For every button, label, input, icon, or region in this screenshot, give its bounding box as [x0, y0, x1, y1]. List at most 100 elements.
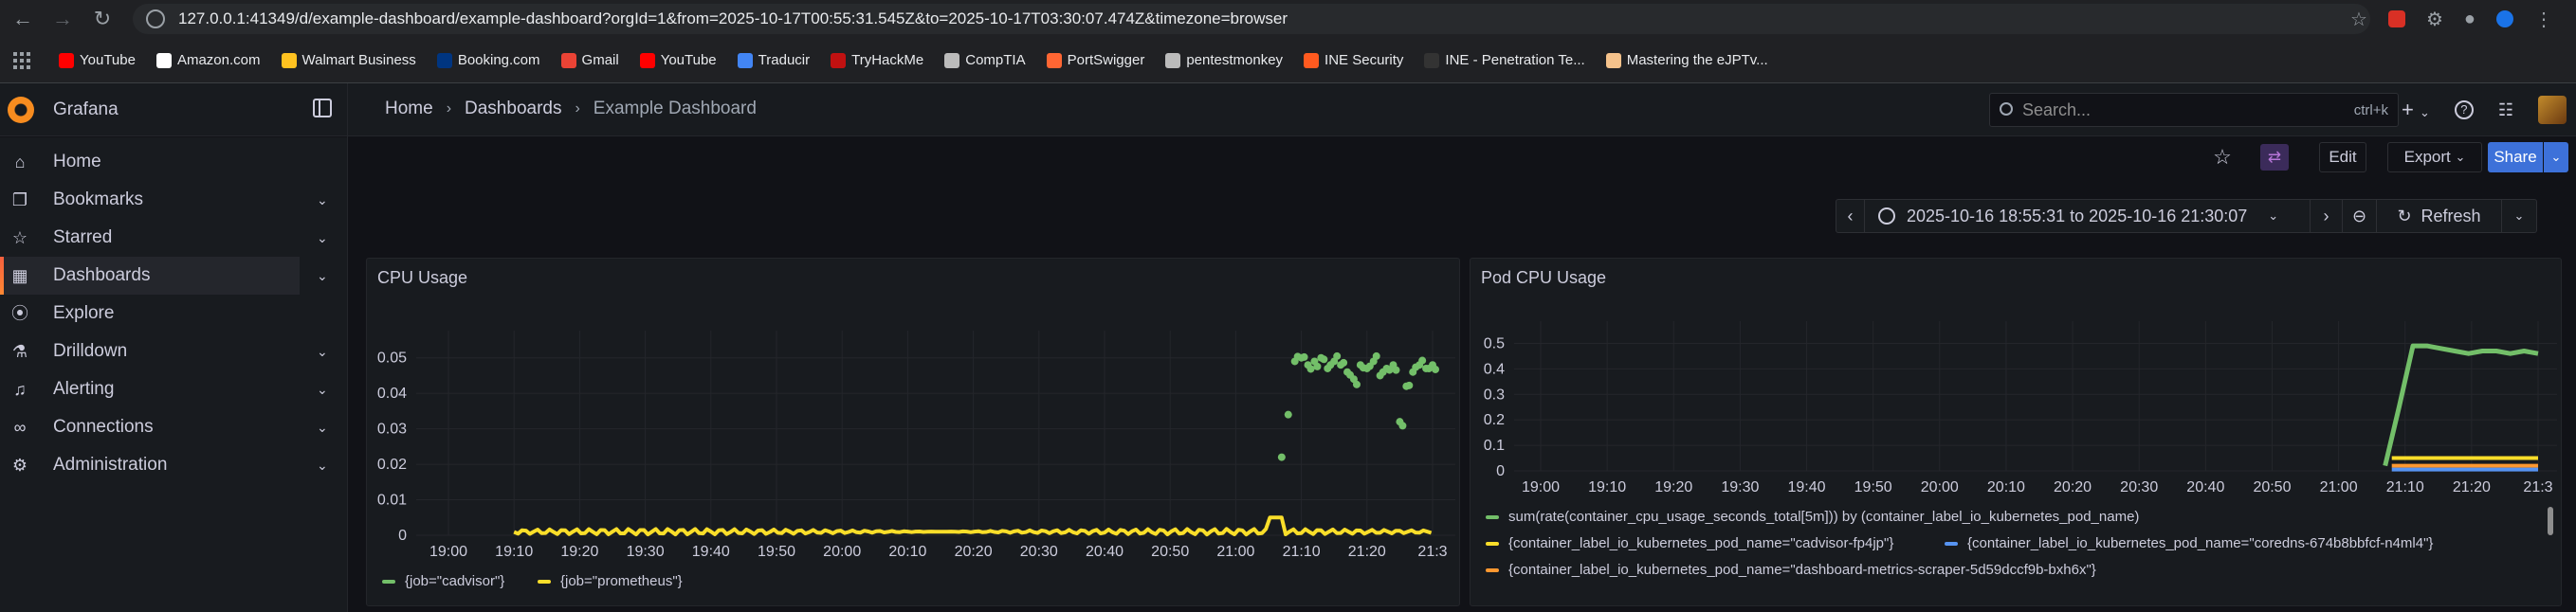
reload-icon[interactable]: ↻ — [85, 2, 119, 36]
profile-icon[interactable]: ● — [2464, 9, 2476, 30]
search-input[interactable]: Search... ctrl+k — [1989, 93, 2399, 127]
back-icon[interactable]: ← — [6, 2, 40, 36]
add-new-icon[interactable]: + ⌄ — [2402, 98, 2430, 122]
news-icon[interactable]: ☷ — [2498, 100, 2513, 120]
time-back-icon[interactable]: ‹ — [1836, 200, 1865, 232]
bookmark-item[interactable]: Walmart Business — [281, 52, 416, 68]
time-forward-icon[interactable]: › — [2311, 200, 2343, 232]
legend-swatch — [538, 579, 551, 584]
sidebar-item-administration[interactable]: ⚙ Administration ⌄ — [0, 446, 347, 484]
sidebar-item-label: Explore — [53, 303, 115, 323]
legend-item-dashboard-scraper[interactable]: {container_label_io_kubernetes_pod_name=… — [1486, 562, 2096, 578]
x-tick-label: 20:20 — [955, 544, 993, 560]
extensions-icon[interactable]: ⚙ — [2426, 8, 2443, 31]
sidebar-item-alerting[interactable]: ♫ Alerting ⌄ — [0, 370, 347, 408]
refresh-button[interactable]: ↻ Refresh — [2377, 200, 2502, 232]
avatar[interactable] — [2538, 96, 2567, 124]
grafana-header: Grafana Home › Dashboards › Example Dash… — [0, 83, 2576, 136]
chevron-down-icon[interactable]: ⌄ — [317, 458, 328, 474]
sidebar-item-label: Home — [53, 152, 101, 171]
y-tick-label: 0 — [1496, 463, 1505, 479]
y-tick-label: 0.2 — [1484, 412, 1505, 428]
export-button[interactable]: Export ⌄ — [2387, 142, 2482, 172]
bookmark-item[interactable]: TryHackMe — [831, 52, 923, 68]
legend-label: sum(rate(container_cpu_usage_seconds_tot… — [1508, 509, 2140, 525]
bookmark-item[interactable]: Amazon.com — [155, 52, 261, 68]
y-tick-label: 0.03 — [377, 422, 407, 438]
data-point-cadvisor — [1392, 366, 1400, 374]
time-range-button[interactable]: 2025-10-16 18:55:31 to 2025-10-16 21:30:… — [1865, 200, 2311, 232]
data-point-cadvisor — [1405, 381, 1414, 389]
legend-item-cadvisor-pod[interactable]: {container_label_io_kubernetes_pod_name=… — [1486, 535, 1893, 551]
chevron-down-icon[interactable]: ⌄ — [317, 382, 328, 398]
cpu-usage-chart: 0 0.01 0.02 0.03 0.04 0.05 19:00 19:10 19:20 19:3… — [377, 331, 1455, 560]
refresh-interval-chevron-icon[interactable]: ⌄ — [2502, 200, 2536, 232]
chevron-down-icon[interactable]: ⌄ — [317, 230, 328, 246]
bookmark-item[interactable]: CompTIA — [944, 52, 1026, 68]
bookmark-item[interactable]: INE Security — [1304, 52, 1403, 68]
share-menu-chevron-icon[interactable]: ⌄ — [2544, 142, 2568, 172]
chevron-down-icon[interactable]: ⌄ — [317, 192, 328, 208]
grafana-logo-icon[interactable] — [8, 97, 34, 123]
sidebar-item-connections[interactable]: ∞ Connections ⌄ — [0, 408, 347, 446]
breadcrumb-home[interactable]: Home — [385, 99, 433, 119]
sidebar-item-label: Connections — [53, 417, 154, 437]
bookmark-item[interactable]: pentestmonkey — [1165, 52, 1283, 68]
chevron-down-icon[interactable]: ⌄ — [317, 420, 328, 436]
x-tick-label: 21:3 — [2523, 479, 2552, 495]
y-tick-label: 0.1 — [1484, 438, 1505, 454]
bookmark-item[interactable]: Gmail — [560, 52, 619, 68]
chevron-down-icon[interactable]: ⌄ — [317, 344, 328, 360]
bookmark-star-icon[interactable]: ☆ — [2350, 8, 2367, 31]
bookmark-item[interactable]: YouTube — [639, 52, 717, 68]
star-dashboard-icon[interactable]: ☆ — [2207, 142, 2238, 172]
share-button[interactable]: Share — [2488, 142, 2543, 172]
sidebar-item-bookmarks[interactable]: ❐ Bookmarks ⌄ — [0, 181, 347, 219]
legend-item-sum[interactable]: sum(rate(container_cpu_usage_seconds_tot… — [1486, 509, 2139, 525]
bookmark-item[interactable]: PortSwigger — [1046, 52, 1144, 68]
x-tick-label: 20:50 — [2253, 479, 2291, 495]
legend-swatch — [1486, 541, 1499, 546]
legend-item-cadvisor[interactable]: {job="cadvisor"} — [382, 573, 504, 589]
cpu-usage-panel[interactable]: CPU Usage 0 0.01 0.02 0.03 0.04 0.05 19:00 19:1… — [366, 258, 1460, 606]
drilldown-icon: ⚗ — [11, 342, 28, 361]
legend-scrollbar[interactable] — [2548, 507, 2553, 535]
dock-menu-icon[interactable] — [313, 99, 332, 117]
breadcrumb-separator-icon: › — [575, 100, 580, 117]
x-tick-label: 20:00 — [823, 544, 861, 560]
address-bar[interactable]: 127.0.0.1:41349/d/example-dashboard/exam… — [133, 4, 2370, 34]
star-icon: ☆ — [11, 228, 28, 247]
legend-item-prometheus[interactable]: {job="prometheus"} — [538, 573, 683, 589]
sidebar-item-home[interactable]: ⌂ Home — [0, 143, 347, 181]
chevron-down-icon[interactable]: ⌄ — [317, 268, 328, 284]
bookmark-item[interactable]: INE - Penetration Te... — [1424, 52, 1585, 68]
help-icon[interactable]: ? — [2454, 100, 2474, 119]
bookmark-item[interactable]: Traducir — [737, 52, 810, 68]
time-range-label: 2025-10-16 18:55:31 to 2025-10-16 21:30:… — [1907, 206, 2248, 225]
sidebar-item-drilldown[interactable]: ⚗ Drilldown ⌄ — [0, 333, 347, 370]
sidebar-item-starred[interactable]: ☆ Starred ⌄ — [0, 219, 347, 257]
breadcrumb-dashboards[interactable]: Dashboards — [465, 99, 561, 119]
edit-button[interactable]: Edit — [2319, 142, 2366, 172]
sidebar-item-label: Administration — [53, 455, 168, 475]
y-tick-label: 0.01 — [377, 493, 407, 509]
extension-red-icon[interactable] — [2387, 10, 2405, 27]
sidebar-item-dashboards[interactable]: ▦ Dashboards ⌄ — [0, 257, 328, 295]
bookmark-item[interactable]: YouTube — [59, 52, 136, 68]
sharing-icon[interactable]: ⇄ — [2260, 144, 2289, 171]
pod-cpu-usage-panel[interactable]: Pod CPU Usage 0 0.1 0.2 0.3 0.4 0.5 19:00 19:10… — [1470, 258, 2562, 606]
sidebar-item-explore[interactable]: ⦿ Explore — [0, 295, 347, 333]
extension-blue-icon[interactable] — [2496, 10, 2513, 27]
bookmark-item[interactable]: Mastering the eJPTv... — [1605, 52, 1768, 68]
zoom-out-icon[interactable]: ⊖ — [2343, 200, 2377, 232]
bookmark-item[interactable]: Booking.com — [436, 52, 540, 68]
bookmark-favicon-icon — [59, 52, 74, 68]
legend-item-coredns[interactable]: {container_label_io_kubernetes_pod_name=… — [1945, 535, 2433, 551]
y-tick-label: 0.5 — [1484, 335, 1505, 351]
forward-icon[interactable]: → — [46, 2, 80, 36]
chrome-menu-icon[interactable]: ⋮ — [2534, 8, 2553, 31]
apps-icon[interactable] — [13, 51, 30, 69]
chevron-down-icon: ⌄ — [2455, 150, 2466, 164]
bookmark-favicon-icon — [1046, 52, 1062, 68]
site-info-icon[interactable] — [146, 9, 165, 28]
